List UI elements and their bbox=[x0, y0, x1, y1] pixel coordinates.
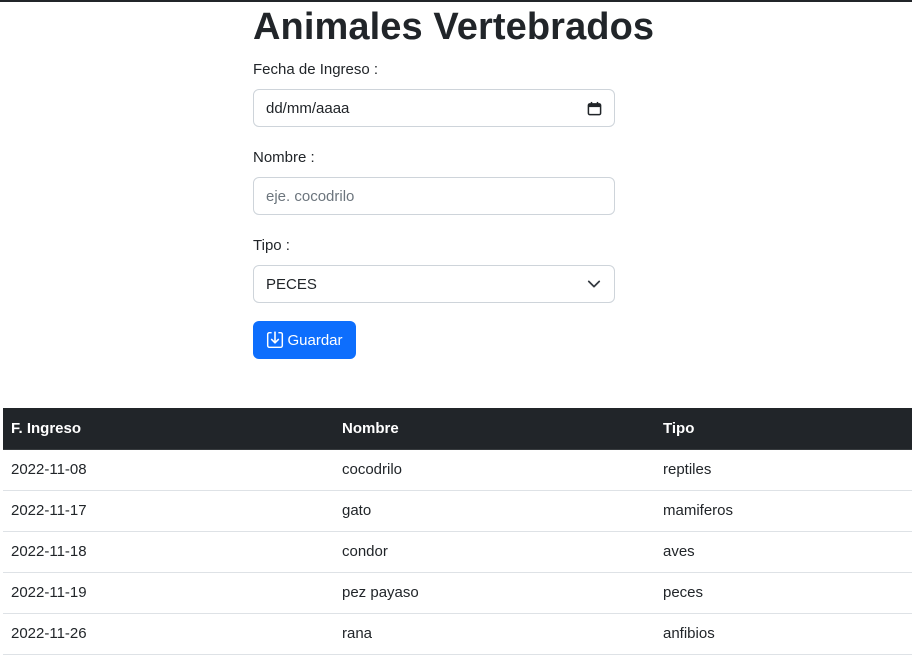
cell-nombre: pez payaso bbox=[334, 572, 655, 614]
cell-nombre: cocodrilo bbox=[334, 449, 655, 491]
header-nombre: Nombre bbox=[334, 408, 655, 450]
table-row: 2022-11-17 gato mamiferos bbox=[3, 490, 912, 532]
fecha-value: dd/mm/aaaa bbox=[266, 99, 350, 117]
cell-fecha: 2022-11-08 bbox=[3, 449, 334, 491]
cell-fecha: 2022-11-18 bbox=[3, 531, 334, 573]
header-tipo: Tipo bbox=[655, 408, 912, 450]
tipo-label: Tipo : bbox=[253, 237, 290, 254]
page-title: Animales Vertebrados bbox=[253, 6, 655, 48]
table-row: 2022-11-08 cocodrilo reptiles bbox=[3, 449, 912, 491]
calendar-icon[interactable] bbox=[586, 100, 602, 116]
cell-fecha: 2022-11-17 bbox=[3, 490, 334, 532]
chevron-down-icon bbox=[586, 276, 602, 292]
table-row: 2022-11-18 condor aves bbox=[3, 531, 912, 573]
table-header-row: F. Ingreso Nombre Tipo bbox=[3, 408, 912, 450]
fecha-input[interactable]: dd/mm/aaaa bbox=[253, 89, 615, 127]
cell-tipo: mamiferos bbox=[655, 490, 912, 532]
cell-tipo: peces bbox=[655, 572, 912, 614]
cell-tipo: aves bbox=[655, 531, 912, 573]
animals-table: F. Ingreso Nombre Tipo 2022-11-08 cocodr… bbox=[3, 408, 912, 655]
table-row: 2022-11-19 pez payaso peces bbox=[3, 572, 912, 614]
tipo-select[interactable]: PECES bbox=[253, 265, 615, 303]
cell-nombre: gato bbox=[334, 490, 655, 532]
tipo-selected: PECES bbox=[266, 275, 317, 293]
cell-nombre: condor bbox=[334, 531, 655, 573]
cell-tipo: reptiles bbox=[655, 449, 912, 491]
save-button[interactable]: Guardar bbox=[253, 321, 356, 359]
fecha-label: Fecha de Ingreso : bbox=[253, 61, 379, 78]
cell-fecha: 2022-11-26 bbox=[3, 613, 334, 655]
top-border bbox=[0, 0, 912, 2]
download-box-icon bbox=[266, 331, 284, 349]
cell-nombre: rana bbox=[334, 613, 655, 655]
nombre-label: Nombre : bbox=[253, 149, 315, 166]
table-row: 2022-11-26 rana anfibios bbox=[3, 613, 912, 655]
nombre-placeholder: eje. cocodrilo bbox=[266, 187, 355, 205]
save-button-label: Guardar bbox=[287, 331, 343, 349]
header-fecha: F. Ingreso bbox=[3, 408, 334, 450]
cell-fecha: 2022-11-19 bbox=[3, 572, 334, 614]
nombre-input[interactable]: eje. cocodrilo bbox=[253, 177, 615, 215]
cell-tipo: anfibios bbox=[655, 613, 912, 655]
